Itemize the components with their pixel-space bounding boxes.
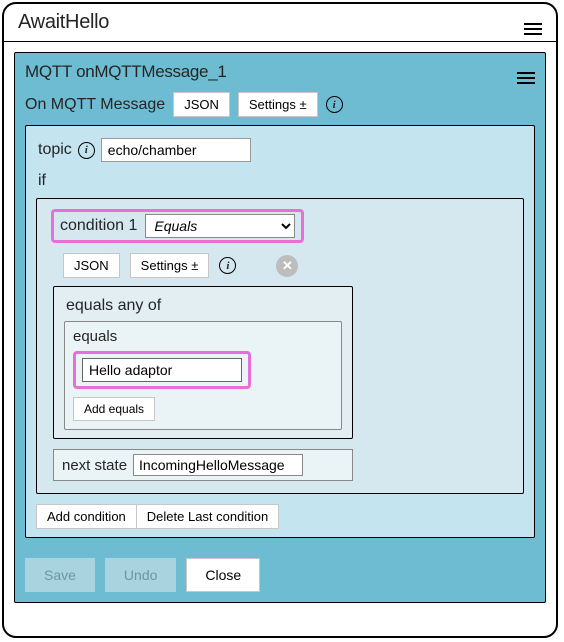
condition-op-select[interactable]: Equals [145,214,295,238]
window-title: AwaitHello [18,11,109,34]
next-state-row: next state [53,449,353,481]
next-state-input[interactable] [133,454,303,476]
condition-head: condition 1 Equals [51,209,304,243]
if-label: if [36,166,524,198]
titlebar: AwaitHello [4,4,556,42]
save-button[interactable]: Save [25,558,95,592]
mqtt-hamburger-icon[interactable] [517,59,535,84]
condition-panel: condition 1 Equals JSON Settings ± i ✕ e… [36,198,524,494]
equals-value-highlight [73,351,251,389]
add-equals-button[interactable]: Add equals [73,397,155,421]
info-icon[interactable]: i [326,96,343,113]
condition-action-row: Add condition Delete Last condition [36,504,524,529]
equals-any-label: equals any of [64,295,342,321]
close-icon[interactable]: ✕ [276,255,298,277]
topic-row: topic i [36,134,524,166]
topic-label: topic [38,141,72,159]
json-button[interactable]: JSON [63,253,120,278]
equals-inner: equals Add equals [64,321,342,430]
delete-condition-button[interactable]: Delete Last condition [137,504,279,529]
mqtt-row-label: On MQTT Message [25,96,165,114]
equals-value-input[interactable] [82,358,242,382]
json-button[interactable]: JSON [173,92,230,117]
mqtt-header: MQTT onMQTTMessage_1 [15,53,545,88]
info-icon[interactable]: i [78,142,95,159]
equals-any-panel: equals any of equals Add equals [53,286,353,439]
condition-controls: JSON Settings ± i ✕ [47,249,513,286]
close-button[interactable]: Close [186,558,260,592]
condition-label: condition 1 [60,217,137,235]
equals-label: equals [73,328,333,349]
mqtt-title: MQTT onMQTTMessage_1 [25,62,227,82]
mqtt-panel: MQTT onMQTTMessage_1 On MQTT Message JSO… [14,52,546,603]
mqtt-row-controls: On MQTT Message JSON Settings ± i [15,88,545,125]
add-condition-button[interactable]: Add condition [36,504,137,529]
inner-panel: topic i if condition 1 Equals JSON Setti… [25,125,535,538]
info-icon[interactable]: i [219,257,236,274]
footer-buttons: Save Undo Close [15,548,545,602]
topic-input[interactable] [101,138,251,162]
window-panel: AwaitHello MQTT onMQTTMessage_1 On MQTT … [2,2,558,638]
settings-button[interactable]: Settings ± [238,92,318,117]
settings-button[interactable]: Settings ± [130,253,210,278]
next-state-label: next state [62,457,127,474]
undo-button[interactable]: Undo [105,558,176,592]
hamburger-icon[interactable] [524,10,542,35]
